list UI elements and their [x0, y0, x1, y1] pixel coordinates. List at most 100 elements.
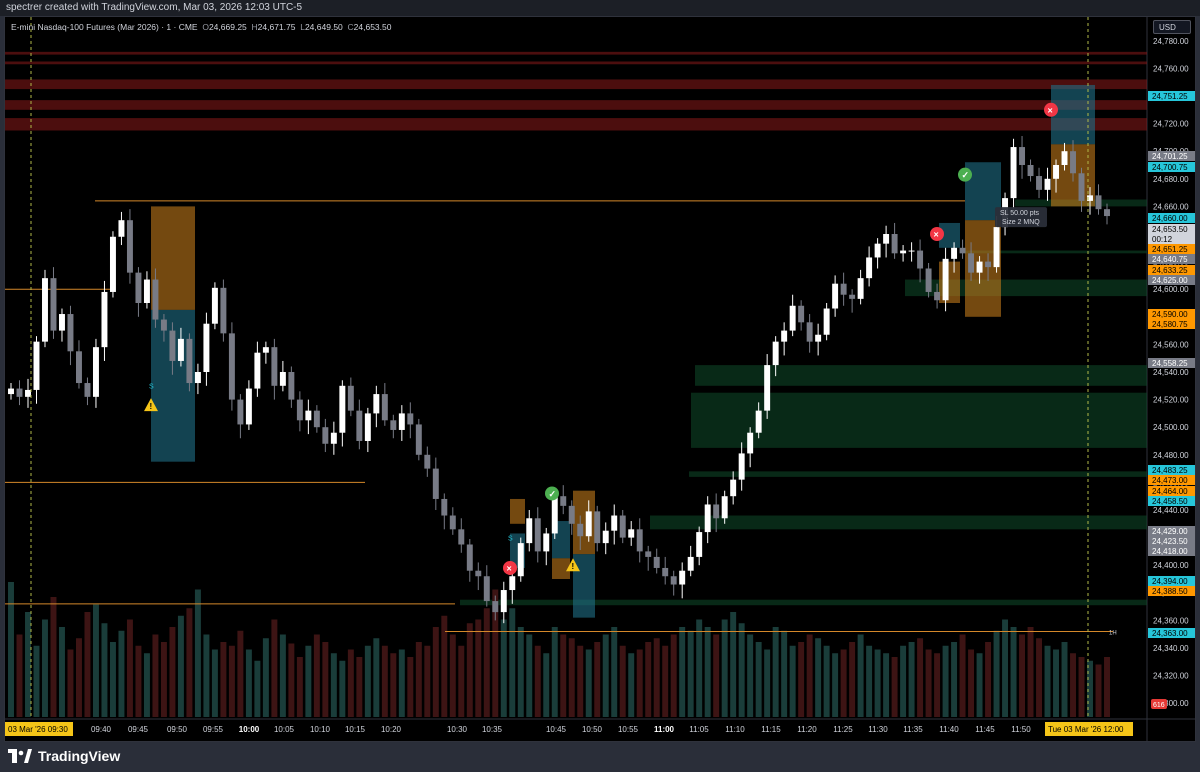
candle-body — [483, 576, 490, 602]
candle-body — [764, 365, 771, 411]
price-tag-label: 24,423.50 — [1152, 537, 1188, 546]
time-axis-label: 10:30 — [447, 725, 468, 734]
price-tag-label: 24,625.00 — [1152, 276, 1188, 285]
candle-body — [288, 372, 295, 400]
volume-bar — [1095, 664, 1102, 717]
volume-bar — [985, 642, 992, 717]
brand-name: TradingView — [38, 748, 121, 764]
candle-body — [407, 413, 414, 425]
candle-body — [220, 287, 227, 334]
candle-body — [305, 410, 312, 421]
volume-bar — [92, 604, 99, 717]
price-tag-label: 24,640.75 — [1152, 255, 1188, 264]
volume-bar — [101, 623, 108, 717]
volume-bar — [109, 642, 116, 717]
candle-body — [628, 529, 635, 538]
price-tag-label: 24,429.00 — [1152, 527, 1188, 536]
currency-button[interactable]: USD — [1153, 20, 1191, 34]
volume-bar — [602, 634, 609, 717]
position-box — [573, 554, 595, 618]
time-axis-label: 10:20 — [381, 725, 402, 734]
check-marker-glyph: ✓ — [962, 170, 970, 180]
price-axis-label: 24,720.00 — [1153, 120, 1189, 129]
price-axis-label: 24,660.00 — [1153, 202, 1189, 211]
volume-bar — [866, 645, 873, 717]
volume-bar — [126, 619, 133, 717]
start-time-label: 03 Mar '26 09:30 — [8, 725, 68, 734]
position-box — [552, 558, 570, 579]
volume-bar — [900, 645, 907, 717]
candle-body — [526, 518, 533, 544]
time-axis-label: 11:00 — [654, 725, 675, 734]
cross-marker-glyph: × — [1048, 105, 1053, 115]
time-axis-label: 09:50 — [167, 725, 188, 734]
volume-bar — [347, 649, 354, 717]
candle-body — [211, 287, 218, 324]
time-axis-label: 11:35 — [903, 725, 923, 734]
price-tag-label: 24,363.00 — [1152, 629, 1188, 638]
volume-bar — [152, 634, 159, 717]
price-tag-label: 24,653.50 — [1152, 225, 1188, 234]
volume-bar — [8, 582, 14, 717]
legend-open: 24,669.25 — [208, 22, 247, 32]
price-axis-label: 24,760.00 — [1153, 64, 1189, 73]
volume-bar — [59, 627, 65, 717]
time-axis-label: 11:05 — [689, 725, 709, 734]
candle-body — [568, 505, 575, 524]
candle-body — [390, 420, 397, 430]
volume-bar — [925, 649, 932, 717]
volume-bar — [568, 638, 575, 717]
volume-bar — [67, 649, 74, 717]
candle-body — [704, 504, 711, 533]
candle-body — [356, 410, 363, 441]
support-zone — [460, 599, 1147, 606]
price-tag-label: 24,418.00 — [1152, 547, 1188, 556]
candle-body — [738, 453, 745, 480]
volume-bar — [135, 645, 142, 717]
volume-bar — [339, 660, 346, 717]
volume-bar — [313, 634, 320, 717]
price-axis-label: 24,340.00 — [1153, 644, 1189, 653]
tradingview-logo[interactable]: TradingView — [8, 747, 120, 765]
candle-body — [934, 291, 941, 301]
price-tag-label: 24,660.00 — [1152, 214, 1188, 223]
candle-body — [866, 257, 873, 279]
candle-body — [713, 504, 720, 519]
volume-bar — [279, 634, 286, 717]
volume-bar — [1070, 653, 1076, 717]
candle-body — [415, 424, 422, 455]
volume-bar — [551, 627, 558, 717]
candle-body — [194, 372, 201, 384]
volume-bar — [917, 638, 924, 717]
volume-bar — [645, 642, 652, 717]
volume-bar — [883, 653, 890, 717]
tradingview-logo-icon — [8, 749, 32, 763]
price-axis-label: 24,560.00 — [1153, 340, 1189, 349]
time-axis-label: 11:15 — [761, 725, 781, 734]
candle-body — [135, 272, 142, 303]
volume-bar — [466, 623, 473, 717]
candle-body — [458, 529, 465, 545]
candle-body — [730, 479, 737, 497]
candle-body — [177, 338, 184, 361]
symbol-legend[interactable]: E-mini Nasdaq-100 Futures (Mar 2026) · 1… — [11, 22, 391, 32]
volume-bar — [194, 589, 201, 717]
volume-bar — [228, 645, 235, 717]
candle-body — [237, 399, 244, 425]
price-tag-label: 24,473.00 — [1152, 476, 1188, 485]
candle-body — [789, 305, 796, 331]
time-axis-label: 10:00 — [239, 725, 260, 734]
volume-bar — [764, 649, 771, 717]
cross-marker-glyph: × — [507, 563, 512, 573]
volume-bar — [449, 634, 456, 717]
volume-bar — [798, 642, 805, 717]
time-axis-label: 11:20 — [797, 725, 817, 734]
chart-frame[interactable]: 1H! × ✓! × ✓ × S S SL 50.00 pts Size 2 MNQ 24,780.… — [4, 16, 1196, 742]
candle-body — [432, 468, 439, 499]
candle-body — [908, 250, 915, 252]
candle-body — [228, 333, 235, 400]
volume-bar — [118, 630, 125, 717]
volume-bar — [781, 630, 788, 717]
candlestick-chart[interactable]: 1H! × ✓! × ✓ × S S SL 50.00 pts Size 2 MNQ 24,780.… — [5, 17, 1196, 742]
volume-bar — [254, 660, 261, 717]
